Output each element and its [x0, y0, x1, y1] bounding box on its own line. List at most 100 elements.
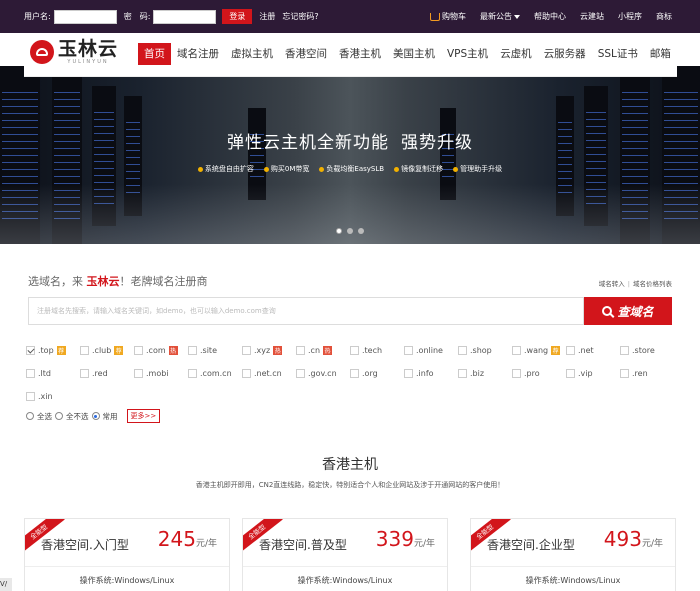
cloud-site-link[interactable]: 云建站	[580, 11, 604, 22]
tld-option[interactable]: .net.cn	[242, 369, 282, 378]
nav-home[interactable]: 首页	[138, 43, 171, 65]
nav-hk-host[interactable]: 香港主机	[333, 43, 387, 65]
nav-cloud-vhost[interactable]: 云虚机	[494, 43, 538, 65]
section-description: 香港主机即开即用，CN2直连线路，稳定快，特别适合个人和企业网站及涉于开通网站的…	[195, 481, 505, 489]
tld-option[interactable]: .red	[80, 369, 108, 378]
banner-feature: 系统盘自由扩容	[197, 164, 254, 174]
username-input[interactable]	[53, 9, 117, 24]
common-label: 常用	[102, 411, 118, 421]
common-radio[interactable]	[91, 412, 100, 420]
tld-option[interactable]: .wang 荐	[512, 346, 561, 355]
mini-program-link[interactable]: 小程序	[618, 11, 642, 22]
tld-option[interactable]: .org	[350, 369, 378, 378]
tld-option[interactable]: .com.cn	[188, 369, 232, 378]
tld-label: .info	[416, 369, 434, 378]
tld-checkbox[interactable]	[458, 346, 467, 355]
tld-option[interactable]: .store	[620, 346, 655, 355]
announcement-link[interactable]: 最新公告	[480, 11, 520, 22]
register-link[interactable]: 注册	[259, 11, 275, 22]
tld-checkbox[interactable]	[26, 346, 35, 355]
tld-option[interactable]: .biz	[458, 369, 484, 378]
tld-checkbox[interactable]	[296, 346, 305, 355]
tld-label: .online	[416, 346, 443, 355]
tld-label: .com.cn	[200, 369, 232, 378]
tld-checkbox[interactable]	[566, 369, 575, 378]
tld-checkbox[interactable]	[512, 346, 521, 355]
tld-option[interactable]: .xin	[26, 392, 53, 401]
tld-checkbox[interactable]	[350, 346, 359, 355]
carousel-dot-3[interactable]	[358, 228, 364, 234]
nav-vps[interactable]: VPS主机	[441, 43, 494, 65]
tld-checkbox[interactable]	[80, 369, 89, 378]
tld-option[interactable]: .site	[188, 346, 217, 355]
tld-checkbox[interactable]	[620, 369, 629, 378]
select-all-radio[interactable]	[26, 412, 34, 420]
tld-label: .pro	[524, 369, 540, 378]
tld-checkbox[interactable]	[134, 369, 143, 378]
tld-option[interactable]: .top 荐	[26, 346, 66, 355]
tld-checkbox[interactable]	[26, 392, 35, 401]
tld-label: .com	[146, 346, 166, 355]
carousel-dot-1[interactable]	[336, 228, 342, 234]
hero-banner[interactable]: 弹性云主机全新功能 强势升级 系统盘自由扩容 购买0M带宽 负载均衡EasySLB…	[0, 66, 700, 244]
tld-checkbox[interactable]	[350, 369, 359, 378]
side-tab[interactable]: V/	[0, 578, 12, 591]
cloud-logo-icon	[30, 40, 54, 64]
domain-prices-link[interactable]: 域名价格列表	[633, 280, 672, 288]
tld-checkbox[interactable]	[134, 346, 143, 355]
tld-option[interactable]: .xyz 热	[242, 346, 283, 355]
tld-option[interactable]: .club 荐	[80, 346, 124, 355]
cart-link[interactable]: 购物车	[430, 11, 466, 22]
password-input[interactable]	[153, 9, 217, 24]
tld-checkbox[interactable]	[296, 369, 305, 378]
nav-hk-space[interactable]: 香港空间	[279, 43, 333, 65]
tld-option[interactable]: .net	[566, 346, 594, 355]
tld-option[interactable]: .com 热	[134, 346, 178, 355]
nav-mail[interactable]: 邮箱	[644, 43, 677, 65]
logo[interactable]: 玉林云 YULINYUN	[30, 39, 118, 65]
tld-option[interactable]: .online	[404, 346, 443, 355]
tld-checkbox[interactable]	[566, 346, 575, 355]
trademark-link[interactable]: 商标	[656, 11, 672, 22]
tld-checkbox[interactable]	[458, 369, 467, 378]
tld-checkbox[interactable]	[80, 346, 89, 355]
nav-us-host[interactable]: 美国主机	[387, 43, 441, 65]
top-links: 购物车 最新公告 帮助中心 云建站 小程序 商标	[430, 11, 672, 22]
nav-domain[interactable]: 域名注册	[171, 43, 225, 65]
tld-option[interactable]: .mobi	[134, 369, 169, 378]
login-button[interactable]: 登录	[222, 9, 253, 24]
tld-checkbox[interactable]	[242, 369, 251, 378]
plan-card[interactable]: 全能型 香港空间.企业型 493元/年 操作系统:Windows/Linux	[470, 518, 676, 591]
forgot-password-link[interactable]: 忘记密码?	[282, 11, 318, 22]
tld-option[interactable]: .tech	[350, 346, 382, 355]
nav-cloud-server[interactable]: 云服务器	[538, 43, 592, 65]
plan-card[interactable]: 全能型 香港空间.普及型 339元/年 操作系统:Windows/Linux	[242, 518, 448, 591]
nav-virtual-host[interactable]: 虚拟主机	[225, 43, 279, 65]
help-link[interactable]: 帮助中心	[534, 11, 566, 22]
tld-option[interactable]: .cn 热	[296, 346, 333, 355]
tld-option[interactable]: .shop	[458, 346, 492, 355]
plan-card[interactable]: 全能型 香港空间.入门型 245元/年 操作系统:Windows/Linux	[24, 518, 230, 591]
domain-search-button[interactable]: 查域名	[584, 297, 672, 325]
tld-option[interactable]: .ren	[620, 369, 648, 378]
tld-checkbox[interactable]	[512, 369, 521, 378]
tld-option[interactable]: .pro	[512, 369, 540, 378]
nav-ssl[interactable]: SSL证书	[592, 43, 644, 65]
username-label: 用户名:	[24, 12, 51, 21]
tld-checkbox[interactable]	[620, 346, 629, 355]
domain-transfer-link[interactable]: 域名转入	[599, 280, 625, 288]
domain-search-input[interactable]: 注册域名先搜索，请输入域名关键词，如demo，也可以输入demo.com查询	[28, 297, 584, 325]
tld-option[interactable]: .vip	[566, 369, 593, 378]
tld-checkbox[interactable]	[404, 346, 413, 355]
tld-checkbox[interactable]	[188, 346, 197, 355]
tld-checkbox[interactable]	[26, 369, 35, 378]
tld-option[interactable]: .ltd	[26, 369, 51, 378]
tld-option[interactable]: .gov.cn	[296, 369, 337, 378]
select-none-radio[interactable]	[55, 412, 63, 420]
tld-checkbox[interactable]	[404, 369, 413, 378]
more-tlds-button[interactable]: 更多>>	[126, 409, 161, 423]
tld-checkbox[interactable]	[242, 346, 251, 355]
tld-option[interactable]: .info	[404, 369, 434, 378]
carousel-dot-2[interactable]	[347, 228, 353, 234]
tld-checkbox[interactable]	[188, 369, 197, 378]
